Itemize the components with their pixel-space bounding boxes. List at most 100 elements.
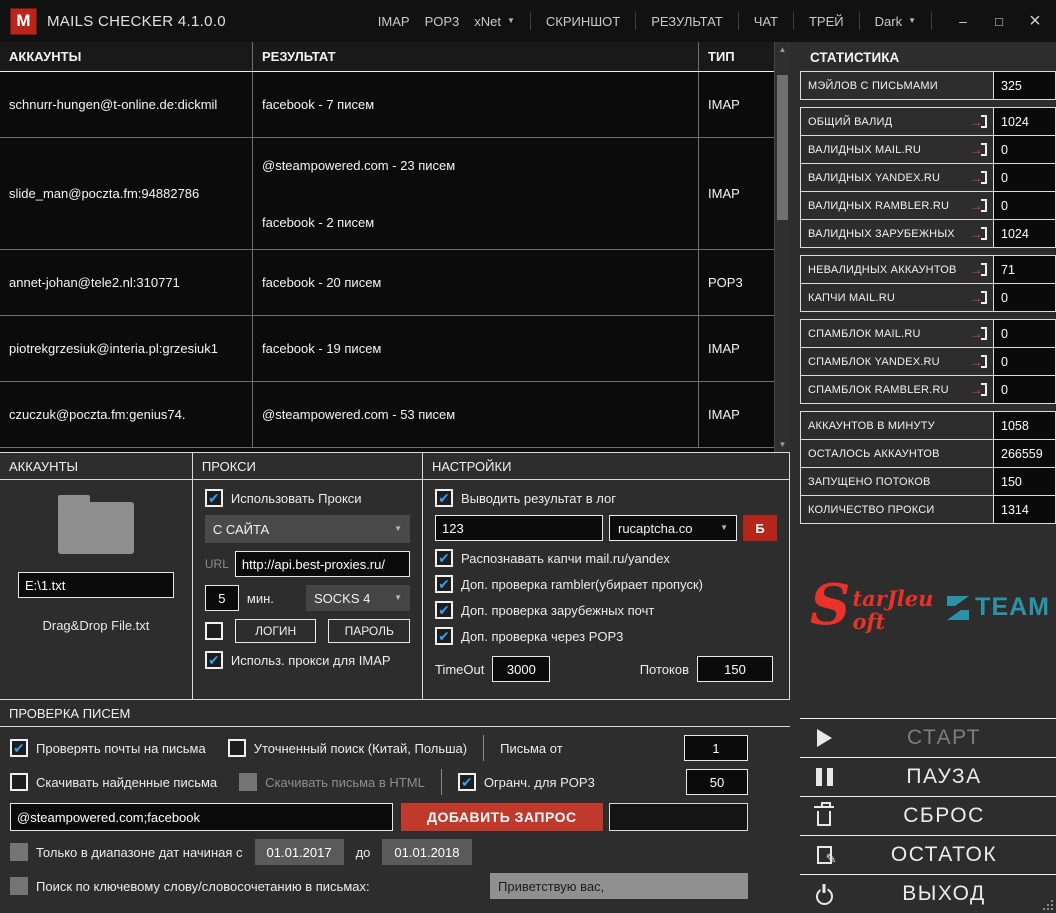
stat-row: СПАМБЛОК MAIL.RU 0 [800, 319, 1056, 348]
imap-proxy-checkbox[interactable]: ✔ [204, 651, 223, 669]
result-line: facebook - 19 писем [262, 341, 382, 356]
menu-separator [737, 12, 739, 30]
letters-from-input[interactable]: 1 [684, 735, 748, 761]
keyword-input[interactable]: Приветствую вас, [490, 873, 748, 899]
check-icon: ✔ [438, 550, 450, 566]
date-to-button[interactable]: 01.01.2018 [382, 839, 472, 865]
table-row[interactable]: czuczuk@poczta.fm:genius74. @steampowere… [0, 382, 774, 448]
result-cell: facebook - 19 писем [253, 316, 699, 381]
proxy-interval-input[interactable]: 5 [204, 585, 239, 611]
menu-screenshot[interactable]: СКРИНШОТ [546, 14, 620, 29]
stat-value-cell: 266559 [994, 439, 1056, 468]
export-arrow-icon[interactable] [968, 114, 990, 129]
resize-grip[interactable] [1042, 899, 1053, 910]
start-button[interactable]: СТАРТ [800, 718, 1056, 757]
check-mails-checkbox[interactable]: ✔ [10, 739, 28, 757]
menu-theme[interactable]: Dark ▼ [875, 14, 916, 29]
timeout-input[interactable]: 3000 [492, 656, 551, 682]
column-header-result[interactable]: РЕЗУЛЬТАТ [253, 42, 699, 71]
export-arrow-icon[interactable] [968, 290, 990, 305]
captcha-service-select[interactable]: rucaptcha.co ▼ [609, 515, 737, 541]
table-scrollbar[interactable]: ▲ ▼ [774, 42, 790, 452]
minimize-button[interactable]: – [954, 14, 972, 28]
export-arrow-icon[interactable] [968, 170, 990, 185]
folder-icon[interactable] [57, 495, 134, 554]
maximize-button[interactable]: □ [990, 15, 1008, 28]
chevron-down-icon: ▼ [394, 593, 402, 602]
menu-xnet[interactable]: xNet ▼ [474, 14, 515, 29]
export-arrow-icon[interactable] [968, 382, 990, 397]
scroll-down-icon[interactable]: ▼ [775, 437, 790, 452]
reset-button[interactable]: СБРОС [800, 796, 1056, 835]
document-edit-icon [800, 846, 848, 867]
log-output-checkbox[interactable]: ✔ [435, 489, 453, 507]
column-header-type[interactable]: ТИП [699, 42, 774, 71]
table-row[interactable]: piotrekgrzesiuk@interia.pl:grzesiuk1 fac… [0, 316, 774, 382]
proxy-password-field[interactable]: ПАРОЛЬ [328, 619, 411, 643]
column-header-accounts[interactable]: АККАУНТЫ [0, 42, 253, 71]
date-from-button[interactable]: 01.01.2017 [254, 839, 344, 865]
stat-row: ОБЩИЙ ВАЛИД 1024 [800, 107, 1056, 136]
query-input[interactable]: @steampowered.com;facebook [10, 803, 393, 831]
export-arrow-icon[interactable] [968, 226, 990, 241]
threads-label: Потоков [639, 661, 689, 677]
menu-imap[interactable]: IMAP [378, 14, 410, 29]
export-arrow-icon[interactable] [968, 326, 990, 341]
menu-separator [792, 12, 794, 30]
menu-tray[interactable]: ТРЕЙ [809, 14, 844, 29]
menu-pop3[interactable]: POP3 [425, 14, 460, 29]
add-query-button[interactable]: ДОБАВИТЬ ЗАПРОС [401, 803, 603, 831]
stat-row: СПАМБЛОК YANDEX.RU 0 [800, 347, 1056, 376]
rambler-check-checkbox[interactable]: ✔ [435, 575, 453, 593]
pop3-limit-checkbox[interactable]: ✔ [457, 773, 476, 791]
close-button[interactable]: × [1026, 11, 1044, 31]
menu-result[interactable]: РЕЗУЛЬТАТ [651, 14, 722, 29]
divider [440, 769, 442, 795]
scrollbar-thumb[interactable] [777, 75, 788, 220]
table-row[interactable]: annet-johan@tele2.nl:310771 facebook - 2… [0, 250, 774, 316]
use-proxy-checkbox[interactable]: ✔ [204, 489, 223, 507]
export-arrow-icon[interactable] [968, 198, 990, 213]
file-path-field[interactable]: E:\1.txt [17, 572, 174, 598]
stat-value-cell: 1058 [994, 411, 1056, 440]
scroll-up-icon[interactable]: ▲ [775, 42, 790, 57]
remainder-button[interactable]: ОСТАТОК [800, 835, 1056, 874]
stat-label-cell: ВАЛИДНЫХ YANDEX.RU [800, 163, 994, 192]
stat-value-cell: 0 [994, 191, 1056, 220]
proxy-login-field[interactable]: ЛОГИН [234, 619, 317, 643]
pop3-limit-input[interactable]: 50 [686, 769, 748, 795]
menu-bar: IMAP POP3 xNet ▼ СКРИНШОТ РЕЗУЛЬТАТ ЧАТ … [378, 12, 932, 30]
stat-row: КОЛИЧЕСТВО ПРОКСИ 1314 [800, 495, 1056, 524]
export-arrow-icon[interactable] [968, 262, 990, 277]
pop3-check-checkbox[interactable]: ✔ [435, 627, 453, 645]
download-letters-checkbox[interactable] [10, 773, 28, 791]
app-title: MAILS CHECKER 4.1.0.0 [47, 12, 226, 30]
table-body: schnurr-hungen@t-online.de:dickmil faceb… [0, 72, 774, 452]
table-row[interactable]: schnurr-hungen@t-online.de:dickmil faceb… [0, 72, 774, 138]
scrollbar-track[interactable] [775, 57, 790, 437]
exit-button[interactable]: ВЫХОД [800, 874, 1056, 913]
proxy-type-select[interactable]: SOCKS 4 ▼ [306, 585, 410, 611]
pause-button[interactable]: ПАУЗА [800, 757, 1056, 796]
date-range-checkbox[interactable] [10, 843, 28, 861]
date-to-word: до [355, 844, 371, 860]
recognize-captcha-checkbox[interactable]: ✔ [435, 549, 453, 567]
menu-chat[interactable]: ЧАТ [754, 14, 778, 29]
captcha-key-input[interactable]: 123 [435, 515, 603, 541]
export-arrow-icon[interactable] [968, 142, 990, 157]
download-html-checkbox[interactable] [239, 773, 258, 791]
team-logo: TEAM [945, 593, 1050, 622]
foreign-check-checkbox[interactable]: ✔ [435, 601, 453, 619]
balance-button[interactable]: Б [743, 515, 777, 541]
threads-input[interactable]: 150 [697, 656, 773, 682]
type-cell: IMAP [708, 97, 740, 112]
keyword-search-checkbox[interactable] [10, 877, 28, 895]
export-arrow-icon[interactable] [968, 354, 990, 369]
refined-search-checkbox[interactable] [227, 739, 246, 757]
proxy-source-select[interactable]: С САЙТА ▼ [204, 515, 410, 543]
table-row[interactable]: slide_man@poczta.fm:94882786 @steampower… [0, 138, 774, 250]
check-icon: ✔ [13, 740, 25, 756]
proxy-url-input[interactable]: http://api.best-proxies.ru/ [234, 551, 410, 577]
proxy-auth-checkbox[interactable] [204, 622, 223, 640]
query-extra-field[interactable] [608, 803, 748, 831]
